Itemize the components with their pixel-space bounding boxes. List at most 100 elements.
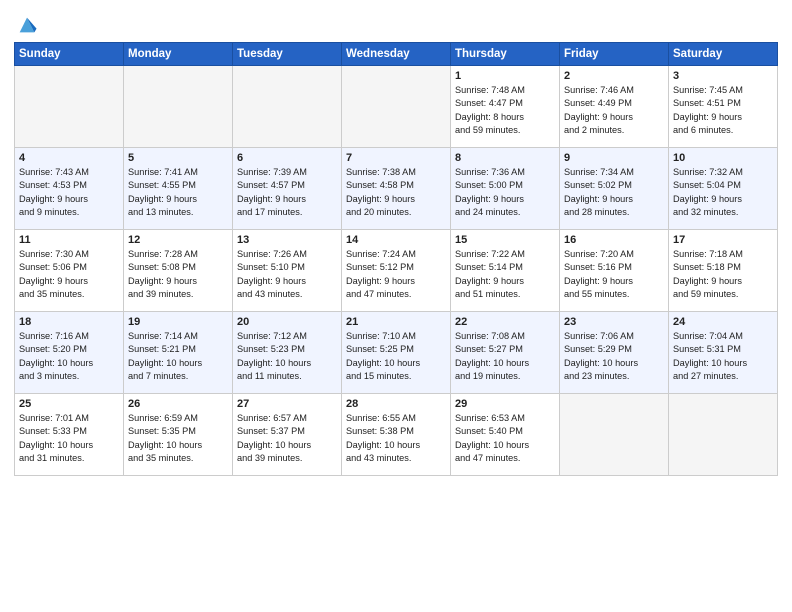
calendar-day-header: Friday: [560, 43, 669, 66]
day-info: Sunrise: 7:18 AM Sunset: 5:18 PM Dayligh…: [673, 248, 773, 301]
calendar-cell: 23 Sunrise: 7:06 AM Sunset: 5:29 PM Dayli…: [560, 312, 669, 394]
day-info: Sunrise: 6:59 AM Sunset: 5:35 PM Dayligh…: [128, 412, 228, 465]
calendar-cell: [124, 66, 233, 148]
day-number: 24: [673, 316, 773, 328]
calendar-week-row: 18 Sunrise: 7:16 AM Sunset: 5:20 PM Dayli…: [15, 312, 778, 394]
calendar-day-header: Monday: [124, 43, 233, 66]
calendar-cell: 18 Sunrise: 7:16 AM Sunset: 5:20 PM Dayli…: [15, 312, 124, 394]
day-number: 19: [128, 316, 228, 328]
day-info: Sunrise: 7:43 AM Sunset: 4:53 PM Dayligh…: [19, 166, 119, 219]
calendar-cell: 26 Sunrise: 6:59 AM Sunset: 5:35 PM Dayli…: [124, 394, 233, 476]
day-number: 10: [673, 152, 773, 164]
calendar-cell: 19 Sunrise: 7:14 AM Sunset: 5:21 PM Dayli…: [124, 312, 233, 394]
day-number: 18: [19, 316, 119, 328]
calendar-cell: 1Sunrise: 7:48 AM Sunset: 4:47 PM Daylig…: [451, 66, 560, 148]
day-info: Sunrise: 7:48 AM Sunset: 4:47 PM Dayligh…: [455, 84, 555, 137]
calendar-cell: 21 Sunrise: 7:10 AM Sunset: 5:25 PM Dayli…: [342, 312, 451, 394]
day-number: 21: [346, 316, 446, 328]
calendar-week-row: 25 Sunrise: 7:01 AM Sunset: 5:33 PM Dayli…: [15, 394, 778, 476]
calendar-cell: 29Sunrise: 6:53 AM Sunset: 5:40 PM Dayli…: [451, 394, 560, 476]
day-number: 7: [346, 152, 446, 164]
calendar-cell: 28 Sunrise: 6:55 AM Sunset: 5:38 PM Dayli…: [342, 394, 451, 476]
page-container: SundayMondayTuesdayWednesdayThursdayFrid…: [0, 0, 792, 484]
calendar-cell: 14 Sunrise: 7:24 AM Sunset: 5:12 PM Dayli…: [342, 230, 451, 312]
calendar-cell: 8 Sunrise: 7:36 AM Sunset: 5:00 PM Daylig…: [451, 148, 560, 230]
calendar-day-header: Wednesday: [342, 43, 451, 66]
calendar-cell: 22 Sunrise: 7:08 AM Sunset: 5:27 PM Dayli…: [451, 312, 560, 394]
calendar-week-row: 4 Sunrise: 7:43 AM Sunset: 4:53 PM Daylig…: [15, 148, 778, 230]
calendar-cell: 3 Sunrise: 7:45 AM Sunset: 4:51 PM Daylig…: [669, 66, 778, 148]
day-number: 2: [564, 70, 664, 82]
day-number: 16: [564, 234, 664, 246]
logo: [14, 14, 38, 36]
day-info: Sunrise: 7:06 AM Sunset: 5:29 PM Dayligh…: [564, 330, 664, 383]
calendar-week-row: 11 Sunrise: 7:30 AM Sunset: 5:06 PM Dayli…: [15, 230, 778, 312]
calendar-cell: 17 Sunrise: 7:18 AM Sunset: 5:18 PM Dayli…: [669, 230, 778, 312]
calendar-cell: 13 Sunrise: 7:26 AM Sunset: 5:10 PM Dayli…: [233, 230, 342, 312]
calendar-cell: 25 Sunrise: 7:01 AM Sunset: 5:33 PM Dayli…: [15, 394, 124, 476]
day-info: Sunrise: 7:22 AM Sunset: 5:14 PM Dayligh…: [455, 248, 555, 301]
calendar-week-row: 1Sunrise: 7:48 AM Sunset: 4:47 PM Daylig…: [15, 66, 778, 148]
calendar-body: 1Sunrise: 7:48 AM Sunset: 4:47 PM Daylig…: [15, 66, 778, 476]
day-number: 12: [128, 234, 228, 246]
day-number: 15: [455, 234, 555, 246]
calendar-cell: 5 Sunrise: 7:41 AM Sunset: 4:55 PM Daylig…: [124, 148, 233, 230]
day-info: Sunrise: 7:24 AM Sunset: 5:12 PM Dayligh…: [346, 248, 446, 301]
calendar-cell: 6 Sunrise: 7:39 AM Sunset: 4:57 PM Daylig…: [233, 148, 342, 230]
day-info: Sunrise: 7:30 AM Sunset: 5:06 PM Dayligh…: [19, 248, 119, 301]
day-info: Sunrise: 7:36 AM Sunset: 5:00 PM Dayligh…: [455, 166, 555, 219]
day-number: 22: [455, 316, 555, 328]
header: [14, 10, 778, 36]
calendar-cell: [669, 394, 778, 476]
day-number: 14: [346, 234, 446, 246]
calendar-cell: [15, 66, 124, 148]
day-number: 20: [237, 316, 337, 328]
day-info: Sunrise: 7:41 AM Sunset: 4:55 PM Dayligh…: [128, 166, 228, 219]
calendar-cell: [233, 66, 342, 148]
day-number: 25: [19, 398, 119, 410]
calendar-header-row: SundayMondayTuesdayWednesdayThursdayFrid…: [15, 43, 778, 66]
day-number: 26: [128, 398, 228, 410]
day-info: Sunrise: 7:16 AM Sunset: 5:20 PM Dayligh…: [19, 330, 119, 383]
day-number: 3: [673, 70, 773, 82]
day-info: Sunrise: 7:04 AM Sunset: 5:31 PM Dayligh…: [673, 330, 773, 383]
day-info: Sunrise: 7:14 AM Sunset: 5:21 PM Dayligh…: [128, 330, 228, 383]
calendar-cell: 2 Sunrise: 7:46 AM Sunset: 4:49 PM Daylig…: [560, 66, 669, 148]
calendar-cell: 27 Sunrise: 6:57 AM Sunset: 5:37 PM Dayli…: [233, 394, 342, 476]
day-info: Sunrise: 7:38 AM Sunset: 4:58 PM Dayligh…: [346, 166, 446, 219]
day-number: 27: [237, 398, 337, 410]
day-info: Sunrise: 7:39 AM Sunset: 4:57 PM Dayligh…: [237, 166, 337, 219]
day-info: Sunrise: 6:55 AM Sunset: 5:38 PM Dayligh…: [346, 412, 446, 465]
day-info: Sunrise: 7:34 AM Sunset: 5:02 PM Dayligh…: [564, 166, 664, 219]
day-info: Sunrise: 7:12 AM Sunset: 5:23 PM Dayligh…: [237, 330, 337, 383]
day-number: 8: [455, 152, 555, 164]
day-number: 5: [128, 152, 228, 164]
calendar-table: SundayMondayTuesdayWednesdayThursdayFrid…: [14, 42, 778, 476]
day-info: Sunrise: 7:08 AM Sunset: 5:27 PM Dayligh…: [455, 330, 555, 383]
day-info: Sunrise: 7:10 AM Sunset: 5:25 PM Dayligh…: [346, 330, 446, 383]
calendar-cell: 15 Sunrise: 7:22 AM Sunset: 5:14 PM Dayli…: [451, 230, 560, 312]
calendar-day-header: Tuesday: [233, 43, 342, 66]
day-number: 11: [19, 234, 119, 246]
calendar-day-header: Saturday: [669, 43, 778, 66]
day-info: Sunrise: 7:45 AM Sunset: 4:51 PM Dayligh…: [673, 84, 773, 137]
logo-icon: [16, 14, 38, 36]
day-number: 9: [564, 152, 664, 164]
day-number: 6: [237, 152, 337, 164]
calendar-cell: 7 Sunrise: 7:38 AM Sunset: 4:58 PM Daylig…: [342, 148, 451, 230]
day-number: 29: [455, 398, 555, 410]
day-number: 4: [19, 152, 119, 164]
day-info: Sunrise: 7:20 AM Sunset: 5:16 PM Dayligh…: [564, 248, 664, 301]
day-number: 28: [346, 398, 446, 410]
calendar-day-header: Sunday: [15, 43, 124, 66]
day-number: 17: [673, 234, 773, 246]
calendar-cell: 16 Sunrise: 7:20 AM Sunset: 5:16 PM Dayli…: [560, 230, 669, 312]
day-number: 23: [564, 316, 664, 328]
calendar-cell: 10Sunrise: 7:32 AM Sunset: 5:04 PM Dayli…: [669, 148, 778, 230]
day-number: 13: [237, 234, 337, 246]
day-info: Sunrise: 7:01 AM Sunset: 5:33 PM Dayligh…: [19, 412, 119, 465]
day-info: Sunrise: 7:26 AM Sunset: 5:10 PM Dayligh…: [237, 248, 337, 301]
day-info: Sunrise: 7:46 AM Sunset: 4:49 PM Dayligh…: [564, 84, 664, 137]
calendar-cell: 24 Sunrise: 7:04 AM Sunset: 5:31 PM Dayli…: [669, 312, 778, 394]
day-info: Sunrise: 6:57 AM Sunset: 5:37 PM Dayligh…: [237, 412, 337, 465]
